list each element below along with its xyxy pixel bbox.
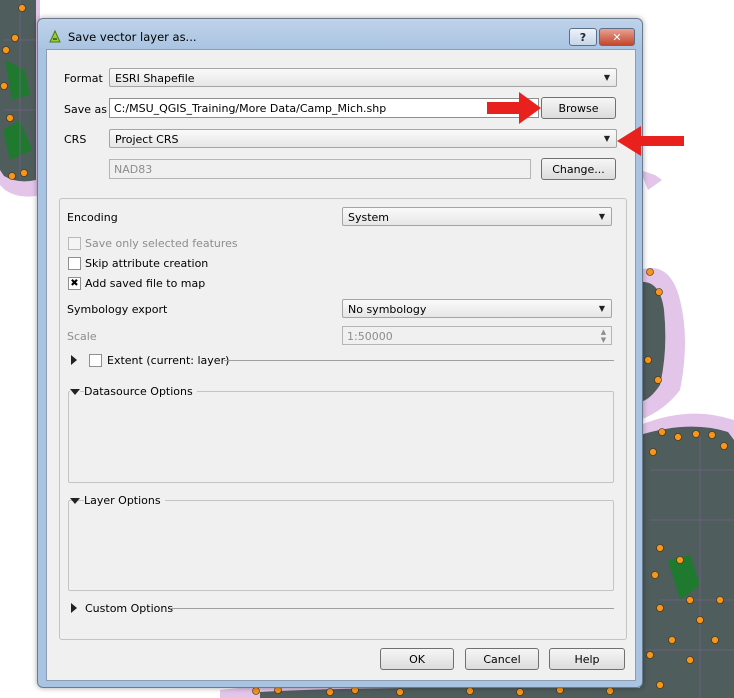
options-panel: Encoding System ▼ Save only selected fea… — [59, 198, 627, 640]
format-select[interactable]: ESRI Shapefile ▼ — [109, 68, 617, 87]
saveas-label: Save as — [64, 103, 107, 116]
check-icon: ✖ — [70, 277, 79, 289]
crs-label: CRS — [64, 133, 87, 146]
triangle-down-icon[interactable] — [70, 498, 80, 504]
qgis-icon — [49, 29, 61, 43]
skip-attr-label: Skip attribute creation — [85, 257, 209, 270]
ok-button[interactable]: OK — [380, 648, 454, 670]
crs-name-field: NAD83 — [109, 159, 531, 179]
extent-checkbox[interactable] — [89, 354, 102, 367]
dialog-body: Format ESRI Shapefile ▼ Save as C:/MSU_Q… — [46, 49, 636, 681]
scale-label: Scale — [67, 330, 97, 343]
crs-select[interactable]: Project CRS ▼ — [109, 129, 617, 148]
map-region-right — [640, 170, 734, 698]
map-region-left — [0, 0, 40, 197]
custom-options-label[interactable]: Custom Options — [85, 602, 173, 615]
change-crs-button[interactable]: Change... — [541, 158, 616, 180]
scale-value: 1:50000 — [347, 330, 393, 343]
symbology-select[interactable]: No symbology ▼ — [342, 299, 612, 318]
help-button[interactable]: Help — [549, 648, 625, 670]
spin-up-icon[interactable]: ▲ — [597, 328, 610, 336]
crs-value: Project CRS — [115, 133, 179, 146]
dropdown-arrow-icon: ▼ — [598, 304, 606, 313]
encoding-label: Encoding — [67, 211, 118, 224]
encoding-value: System — [348, 211, 390, 224]
triangle-down-icon[interactable] — [70, 389, 80, 395]
annotation-arrow-crs — [617, 126, 684, 156]
layer-options-label[interactable]: Layer Options — [84, 494, 165, 507]
browse-button[interactable]: Browse — [541, 97, 616, 119]
add-to-map-label: Add saved file to map — [85, 277, 206, 290]
saveas-path-input[interactable]: C:/MSU_QGIS_Training/More Data/Camp_Mich… — [109, 98, 539, 118]
dropdown-arrow-icon: ▼ — [598, 212, 606, 221]
crs-name-value: NAD83 — [114, 163, 153, 176]
divider — [224, 360, 614, 361]
triangle-right-icon[interactable] — [71, 355, 77, 365]
symbology-label: Symbology export — [67, 303, 168, 316]
add-to-map-checkbox[interactable]: ✖ — [68, 277, 81, 290]
extent-label: Extent (current: layer) — [107, 354, 230, 367]
dialog-title: Save vector layer as... — [68, 30, 197, 44]
annotation-arrow-browse — [487, 92, 541, 124]
scale-spinbox[interactable]: 1:50000 ▲ ▼ — [342, 326, 612, 345]
dropdown-arrow-icon: ▼ — [603, 134, 611, 143]
divider — [170, 608, 614, 609]
save-vector-layer-dialog: Save vector layer as... ? ✕ Format ESRI … — [37, 18, 643, 688]
skip-attr-checkbox[interactable] — [68, 257, 81, 270]
saveas-path-value: C:/MSU_QGIS_Training/More Data/Camp_Mich… — [114, 102, 387, 115]
layer-options-box — [68, 500, 614, 591]
symbology-value: No symbology — [348, 303, 427, 316]
titlebar-close-button[interactable]: ✕ — [599, 28, 635, 46]
format-label: Format — [64, 72, 103, 85]
triangle-right-icon[interactable] — [71, 603, 77, 613]
spin-down-icon[interactable]: ▼ — [597, 336, 610, 344]
titlebar-help-button[interactable]: ? — [569, 28, 597, 46]
datasource-options-box — [68, 391, 614, 483]
datasource-options-label[interactable]: Datasource Options — [84, 385, 197, 398]
encoding-select[interactable]: System ▼ — [342, 207, 612, 226]
dropdown-arrow-icon: ▼ — [603, 73, 611, 82]
format-value: ESRI Shapefile — [115, 72, 195, 85]
cancel-button[interactable]: Cancel — [465, 648, 539, 670]
save-selected-checkbox[interactable] — [68, 237, 81, 250]
save-selected-label: Save only selected features — [85, 237, 238, 250]
